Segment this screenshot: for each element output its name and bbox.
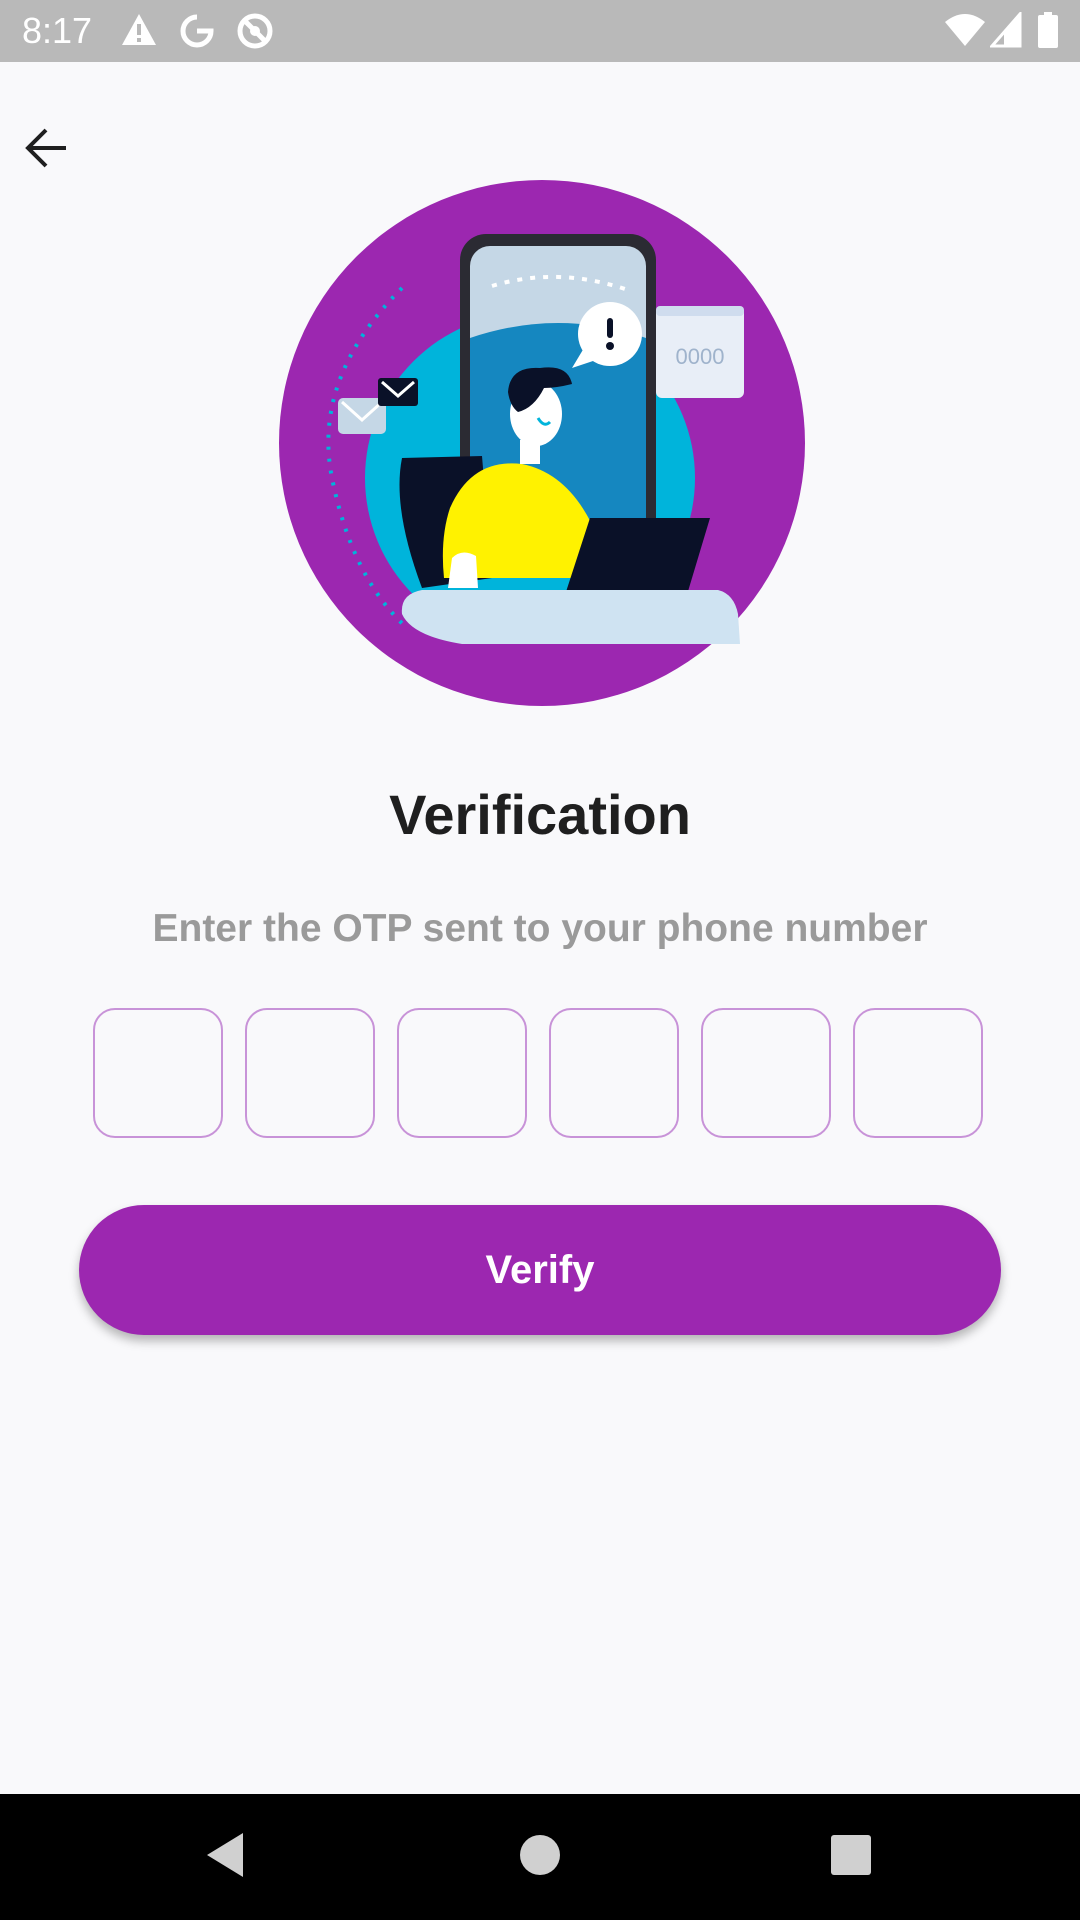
otp-digit-2[interactable] xyxy=(245,1008,375,1138)
battery-icon xyxy=(1038,12,1058,53)
square-recents-icon xyxy=(830,1834,872,1881)
google-icon xyxy=(178,12,216,55)
otp-digit-6[interactable] xyxy=(853,1008,983,1138)
otp-digit-3[interactable] xyxy=(397,1008,527,1138)
status-time: 8:17 xyxy=(22,10,93,51)
verification-illustration: 0000 xyxy=(272,178,812,718)
signal-icon xyxy=(988,10,1022,53)
verification-screen: 0000 Verification Enter the OTP sent to … xyxy=(0,62,1080,1794)
otp-digit-4[interactable] xyxy=(549,1008,679,1138)
verify-button[interactable]: Verify xyxy=(79,1205,1001,1335)
arrow-left-icon xyxy=(22,124,70,177)
nav-recents-button[interactable] xyxy=(806,1814,896,1900)
otp-card-digits: 0000 xyxy=(676,344,725,369)
page-subtitle: Enter the OTP sent to your phone number xyxy=(152,907,928,950)
at-sign-icon xyxy=(236,12,274,55)
otp-digit-5[interactable] xyxy=(701,1008,831,1138)
otp-input-group xyxy=(93,1008,987,1138)
nav-back-button[interactable] xyxy=(180,1814,270,1900)
system-nav-bar xyxy=(0,1794,1080,1920)
page-title: Verification xyxy=(389,783,691,846)
warning-icon xyxy=(120,12,158,53)
back-button[interactable] xyxy=(14,118,78,182)
triangle-back-icon xyxy=(203,1831,247,1884)
circle-home-icon xyxy=(519,1834,561,1881)
otp-digit-1[interactable] xyxy=(93,1008,223,1138)
nav-home-button[interactable] xyxy=(495,1814,585,1900)
status-bar: 8:17 xyxy=(0,0,1080,62)
wifi-icon xyxy=(944,12,986,53)
